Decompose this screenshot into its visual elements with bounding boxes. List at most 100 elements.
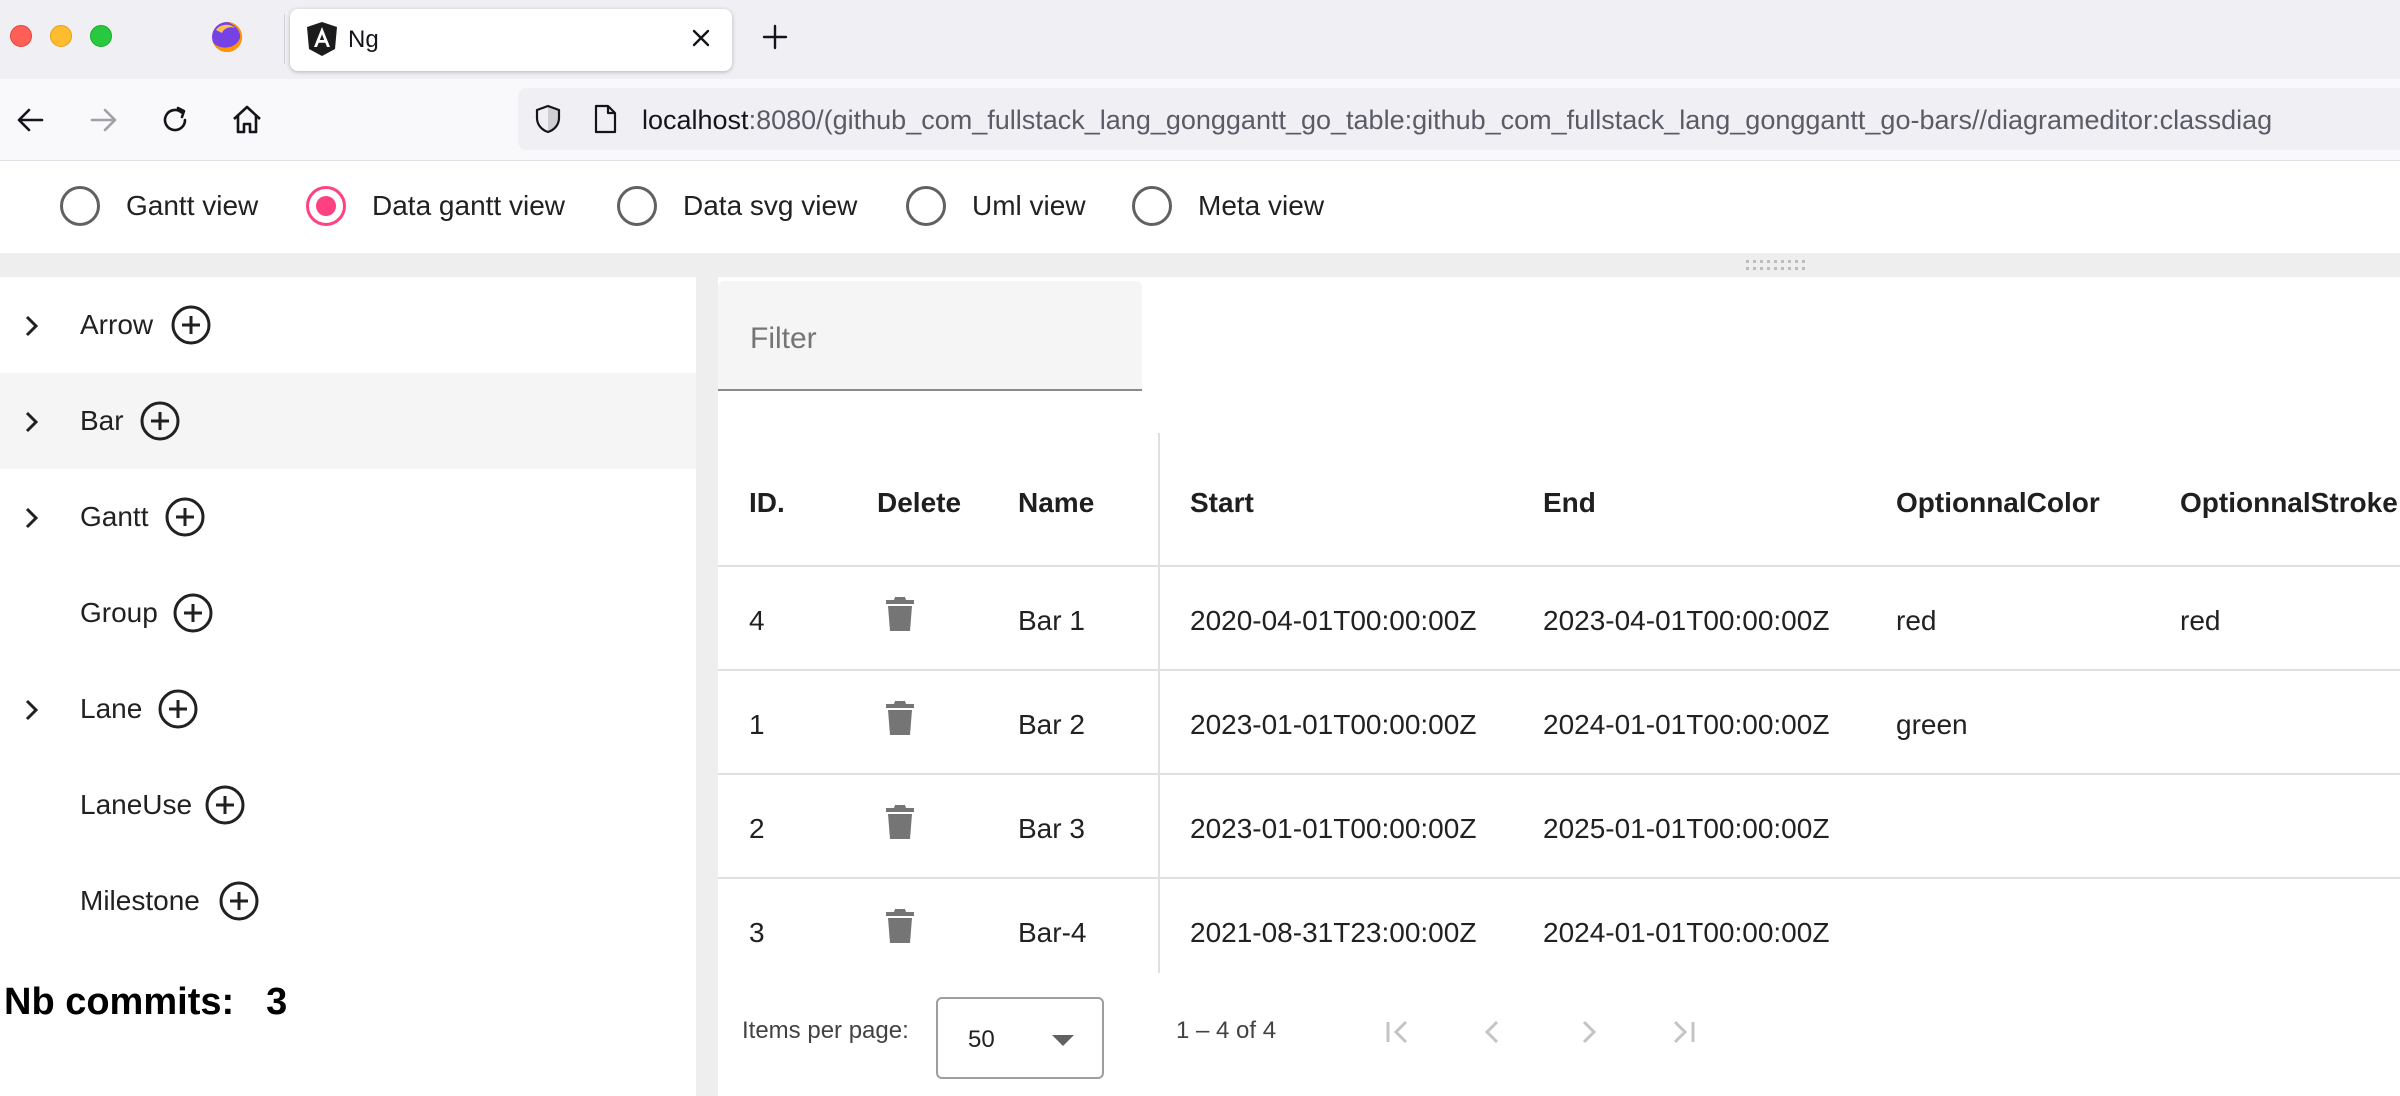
add-circle-icon[interactable] bbox=[157, 688, 199, 730]
tree-node-gantt[interactable]: Gantt bbox=[0, 469, 696, 565]
column-header-end[interactable]: End bbox=[1543, 487, 1596, 519]
angular-icon bbox=[307, 22, 337, 56]
commit-counter: Nb commits: 3 bbox=[4, 981, 287, 1024]
bars-table-panel: Filter ID. Delete Name Start End Optionn… bbox=[718, 277, 2400, 1096]
chevron-right-icon[interactable] bbox=[16, 311, 46, 341]
tree-node-group[interactable]: Group bbox=[0, 565, 696, 661]
next-page-icon[interactable] bbox=[1568, 1012, 1608, 1052]
add-circle-icon[interactable] bbox=[204, 784, 246, 826]
tab-separator bbox=[284, 14, 285, 64]
url-text[interactable]: localhost:8080/(github_com_fullstack_lan… bbox=[642, 105, 2272, 136]
tree-node-laneuse[interactable]: LaneUse bbox=[0, 757, 696, 853]
page-info-icon[interactable] bbox=[590, 103, 620, 135]
drag-grip-icon[interactable] bbox=[1744, 259, 1808, 271]
cell-optionnal-stroke: red bbox=[2180, 605, 2221, 636]
column-header-name[interactable]: Name bbox=[1018, 487, 1094, 519]
radio-selected-dot bbox=[316, 196, 336, 216]
reload-icon[interactable] bbox=[156, 101, 194, 139]
view-radio-group: Gantt view Data gantt view Data svg view… bbox=[0, 163, 2400, 253]
close-icon[interactable] bbox=[686, 23, 716, 53]
cell-optionnal-color: red bbox=[1896, 605, 1937, 636]
items-per-page-select[interactable]: 50 bbox=[936, 997, 1104, 1079]
radio-button[interactable] bbox=[617, 186, 657, 226]
add-circle-icon[interactable] bbox=[164, 496, 206, 538]
radio-label: Uml view bbox=[972, 190, 1086, 221]
column-header-id[interactable]: ID. bbox=[749, 487, 785, 519]
cell-name: Bar-4 bbox=[1018, 917, 1087, 948]
radio-label: Data gantt view bbox=[372, 190, 565, 221]
cell-id: 3 bbox=[749, 917, 765, 948]
filter-placeholder: Filter bbox=[750, 322, 817, 355]
column-header-start[interactable]: Start bbox=[1190, 487, 1254, 519]
last-page-icon[interactable] bbox=[1663, 1012, 1703, 1052]
tree-node-label: LaneUse bbox=[80, 789, 193, 820]
new-tab-plus-icon[interactable] bbox=[758, 20, 792, 54]
filter-input[interactable]: Filter bbox=[718, 281, 1142, 391]
radio-button[interactable] bbox=[306, 186, 346, 226]
chevron-right-icon[interactable] bbox=[16, 407, 46, 437]
cell-start: 2023-01-01T00:00:00Z bbox=[1190, 709, 1477, 740]
cell-id: 4 bbox=[749, 605, 765, 636]
previous-page-icon[interactable] bbox=[1473, 1012, 1513, 1052]
table-row[interactable]: 3 Bar-4 2021-08-31T23:00:00Z 2024-01-01T… bbox=[718, 879, 2400, 973]
window-zoom-button[interactable] bbox=[90, 25, 112, 47]
cell-start: 2023-01-01T00:00:00Z bbox=[1190, 813, 1477, 844]
table-row[interactable]: 1 Bar 2 2023-01-01T00:00:00Z 2024-01-01T… bbox=[718, 671, 2400, 775]
table-row[interactable]: 4 Bar 1 2020-04-01T00:00:00Z 2023-04-01T… bbox=[718, 567, 2400, 671]
table-header-row: ID. Delete Name Start End OptionnalColor… bbox=[718, 433, 2400, 567]
delete-icon[interactable] bbox=[884, 595, 916, 633]
tree-node-milestone[interactable]: Milestone bbox=[0, 853, 696, 949]
vertical-splitter[interactable] bbox=[696, 277, 718, 1096]
cell-name: Bar 1 bbox=[1018, 605, 1085, 636]
back-arrow-icon[interactable] bbox=[12, 101, 50, 139]
page-range-label: 1 – 4 of 4 bbox=[1176, 1017, 1277, 1044]
tree-node-lane[interactable]: Lane bbox=[0, 661, 696, 757]
home-icon[interactable] bbox=[228, 101, 266, 139]
add-circle-icon[interactable] bbox=[170, 304, 212, 346]
cell-end: 2024-01-01T00:00:00Z bbox=[1543, 917, 1830, 948]
window-close-button[interactable] bbox=[10, 25, 32, 47]
radio-uml-view[interactable]: Uml view bbox=[906, 181, 1086, 231]
cell-id: 2 bbox=[749, 813, 765, 844]
browser-tab-bar: Ng bbox=[0, 0, 2400, 79]
window-minimize-button[interactable] bbox=[50, 25, 72, 47]
paginator: Items per page: 50 1 – 4 of 4 bbox=[718, 977, 2400, 1087]
radio-gantt-view[interactable]: Gantt view bbox=[60, 181, 258, 231]
add-circle-icon[interactable] bbox=[172, 592, 214, 634]
add-circle-icon[interactable] bbox=[139, 400, 181, 442]
tree-node-label: Bar bbox=[80, 405, 124, 436]
url-host: localhost bbox=[642, 105, 749, 135]
firefox-tab-icon[interactable] bbox=[210, 20, 244, 54]
cell-end: 2024-01-01T00:00:00Z bbox=[1543, 709, 1830, 740]
radio-button[interactable] bbox=[1132, 186, 1172, 226]
class-tree-panel: Arrow Bar Gantt Group Lane LaneUse Miles… bbox=[0, 277, 696, 1096]
tree-node-arrow[interactable]: Arrow bbox=[0, 277, 696, 373]
tree-node-label: Group bbox=[80, 597, 158, 628]
delete-icon[interactable] bbox=[884, 907, 916, 945]
cell-start: 2020-04-01T00:00:00Z bbox=[1190, 605, 1477, 636]
delete-icon[interactable] bbox=[884, 699, 916, 737]
tree-node-bar[interactable]: Bar bbox=[0, 373, 696, 469]
url-bar[interactable]: localhost:8080/(github_com_fullstack_lan… bbox=[518, 88, 2400, 150]
forward-arrow-icon[interactable] bbox=[84, 101, 122, 139]
first-page-icon[interactable] bbox=[1378, 1012, 1418, 1052]
shield-icon[interactable] bbox=[532, 103, 564, 135]
radio-data-gantt-view[interactable]: Data gantt view bbox=[306, 181, 565, 231]
chevron-right-icon[interactable] bbox=[16, 695, 46, 725]
browser-nav-bar: localhost:8080/(github_com_fullstack_lan… bbox=[0, 79, 2400, 161]
chevron-right-icon[interactable] bbox=[16, 503, 46, 533]
delete-icon[interactable] bbox=[884, 803, 916, 841]
radio-meta-view[interactable]: Meta view bbox=[1132, 181, 1324, 231]
column-header-optionnal-color[interactable]: OptionnalColor bbox=[1896, 487, 2100, 519]
cell-start: 2021-08-31T23:00:00Z bbox=[1190, 917, 1477, 948]
active-tab[interactable]: Ng bbox=[290, 9, 732, 71]
column-header-optionnal-stroke[interactable]: OptionnalStroke bbox=[2180, 487, 2398, 519]
radio-button[interactable] bbox=[906, 186, 946, 226]
horizontal-splitter[interactable] bbox=[0, 253, 2400, 277]
radio-button[interactable] bbox=[60, 186, 100, 226]
radio-data-svg-view[interactable]: Data svg view bbox=[617, 181, 857, 231]
table-row[interactable]: 2 Bar 3 2023-01-01T00:00:00Z 2025-01-01T… bbox=[718, 775, 2400, 879]
commit-label: Nb commits: bbox=[4, 981, 235, 1023]
add-circle-icon[interactable] bbox=[218, 880, 260, 922]
radio-label: Gantt view bbox=[126, 190, 259, 221]
